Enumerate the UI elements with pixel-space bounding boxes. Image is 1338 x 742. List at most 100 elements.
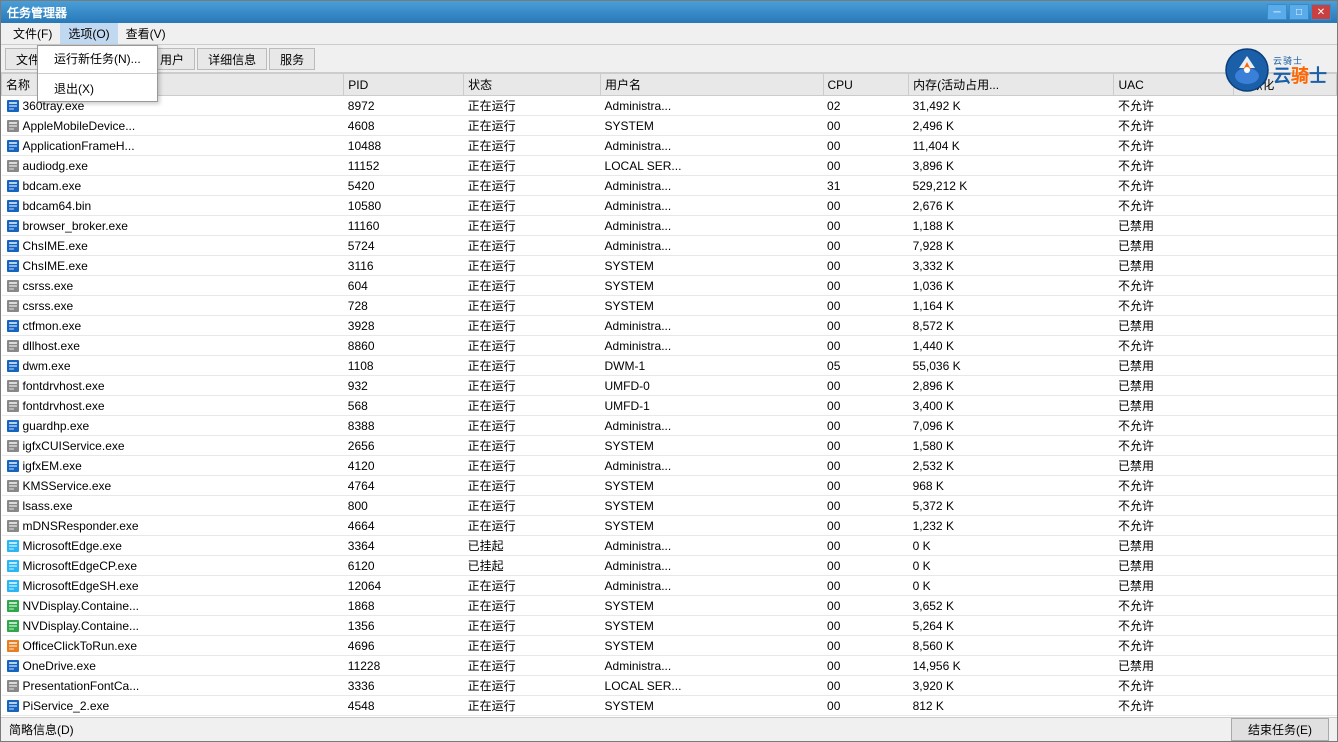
cell-mem: 31,492 K [909,96,1114,116]
cell-status: 正在运行 [464,196,601,216]
cell-status: 正在运行 [464,436,601,456]
table-row[interactable]: guardhp.exe 8388 正在运行 Administra... 00 7… [2,416,1337,436]
process-icon [6,199,20,213]
cell-name: MicrosoftEdgeSH.exe [2,576,344,596]
table-row[interactable]: ctfmon.exe 3928 正在运行 Administra... 00 8,… [2,316,1337,336]
process-name: igfxCUIService.exe [23,439,125,453]
col-header-user[interactable]: 用户名 [601,74,824,96]
table-row[interactable]: lsass.exe 800 正在运行 SYSTEM 00 5,372 K 不允许 [2,496,1337,516]
cell-cpu: 31 [823,176,909,196]
col-header-mem[interactable]: 内存(活动占用... [909,74,1114,96]
cell-cpu: 00 [823,456,909,476]
cell-mem: 812 K [909,696,1114,716]
cell-uac: 已禁用 [1114,536,1234,556]
table-row[interactable]: 360tray.exe 8972 正在运行 Administra... 02 3… [2,96,1337,116]
cell-uac: 不允许 [1114,516,1234,536]
cell-cpu: 00 [823,536,909,556]
cell-name: bdcam.exe [2,176,344,196]
table-row[interactable]: csrss.exe 728 正在运行 SYSTEM 00 1,164 K 不允许 [2,296,1337,316]
col-header-pid[interactable]: PID [344,74,464,96]
table-row[interactable]: igfxCUIService.exe 2656 正在运行 SYSTEM 00 1… [2,436,1337,456]
close-button[interactable]: ✕ [1311,4,1331,20]
dropdown-separator [38,73,157,74]
table-row[interactable]: AppleMobileDevice... 4608 正在运行 SYSTEM 00… [2,116,1337,136]
table-row[interactable]: KMSService.exe 4764 正在运行 SYSTEM 00 968 K… [2,476,1337,496]
cell-uac: 不允许 [1114,176,1234,196]
table-container[interactable]: 名称 PID 状态 用户名 CPU 内存(活动占用... UAC 虚拟化 [1,73,1337,717]
process-icon [6,459,20,473]
col-header-status[interactable]: 状态 [464,74,601,96]
process-name: PiService_2.exe [23,699,110,713]
process-icon [6,499,20,513]
cell-status: 正在运行 [464,416,601,436]
cell-virt [1234,576,1337,596]
cell-mem: 5,264 K [909,616,1114,636]
table-row[interactable]: fontdrvhost.exe 932 正在运行 UMFD-0 00 2,896… [2,376,1337,396]
table-row[interactable]: dllhost.exe 8860 正在运行 Administra... 00 1… [2,336,1337,356]
logo-area: 云骑士 云骑士 [1225,45,1327,95]
cell-virt [1234,616,1337,636]
cell-mem: 11,404 K [909,136,1114,156]
cell-pid: 568 [344,396,464,416]
table-row[interactable]: PiService_2.exe 4548 正在运行 SYSTEM 00 812 … [2,696,1337,716]
table-row[interactable]: ChsIME.exe 5724 正在运行 Administra... 00 7,… [2,236,1337,256]
cell-pid: 932 [344,376,464,396]
table-row[interactable]: igfxEM.exe 4120 正在运行 Administra... 00 2,… [2,456,1337,476]
table-row[interactable]: bdcam64.bin 10580 正在运行 Administra... 00 … [2,196,1337,216]
cell-mem: 3,400 K [909,396,1114,416]
cell-user: UMFD-1 [601,396,824,416]
table-row[interactable]: ApplicationFrameH... 10488 正在运行 Administ… [2,136,1337,156]
process-name: audiodg.exe [23,159,88,173]
cell-uac: 不允许 [1114,156,1234,176]
table-row[interactable]: audiodg.exe 11152 正在运行 LOCAL SER... 00 3… [2,156,1337,176]
process-icon [6,519,20,533]
table-row[interactable]: NVDisplay.Containe... 1356 正在运行 SYSTEM 0… [2,616,1337,636]
process-icon [6,279,20,293]
process-icon [6,139,20,153]
process-name: OneDrive.exe [23,659,96,673]
col-header-uac[interactable]: UAC [1114,74,1234,96]
toolbar-services[interactable]: 服务 [269,48,315,70]
cell-virt [1234,96,1337,116]
cell-name: KMSService.exe [2,476,344,496]
end-task-button[interactable]: 结束任务(E) [1231,718,1329,741]
cell-user: SYSTEM [601,476,824,496]
process-name: fontdrvhost.exe [23,379,105,393]
table-row[interactable]: MicrosoftEdgeSH.exe 12064 正在运行 Administr… [2,576,1337,596]
table-row[interactable]: MicrosoftEdgeCP.exe 6120 已挂起 Administra.… [2,556,1337,576]
process-name: fontdrvhost.exe [23,399,105,413]
table-row[interactable]: MicrosoftEdge.exe 3364 已挂起 Administra...… [2,536,1337,556]
cell-name: ApplicationFrameH... [2,136,344,156]
table-row[interactable]: PresentationFontCa... 3336 正在运行 LOCAL SE… [2,676,1337,696]
summary-label[interactable]: 简略信息(D) [9,721,74,738]
col-header-cpu[interactable]: CPU [823,74,909,96]
table-row[interactable]: mDNSResponder.exe 4664 正在运行 SYSTEM 00 1,… [2,516,1337,536]
cell-user: UMFD-0 [601,376,824,396]
cell-pid: 5724 [344,236,464,256]
maximize-button[interactable]: □ [1289,4,1309,20]
minimize-button[interactable]: ─ [1267,4,1287,20]
toolbar-details[interactable]: 详细信息 [197,48,267,70]
cell-name: ChsIME.exe [2,256,344,276]
table-row[interactable]: NVDisplay.Containe... 1868 正在运行 SYSTEM 0… [2,596,1337,616]
cell-user: SYSTEM [601,436,824,456]
table-row[interactable]: csrss.exe 604 正在运行 SYSTEM 00 1,036 K 不允许 [2,276,1337,296]
table-row[interactable]: OfficeClickToRun.exe 4696 正在运行 SYSTEM 00… [2,636,1337,656]
title-controls: ─ □ ✕ [1267,4,1331,20]
cell-user: SYSTEM [601,276,824,296]
table-row[interactable]: fontdrvhost.exe 568 正在运行 UMFD-1 00 3,400… [2,396,1337,416]
table-row[interactable]: ChsIME.exe 3116 正在运行 SYSTEM 00 3,332 K 已… [2,256,1337,276]
menu-options[interactable]: 选项(O) 运行新任务(N)... 退出(X) [60,23,117,44]
table-row[interactable]: bdcam.exe 5420 正在运行 Administra... 31 529… [2,176,1337,196]
table-row[interactable]: browser_broker.exe 11160 正在运行 Administra… [2,216,1337,236]
table-row[interactable]: dwm.exe 1108 正在运行 DWM-1 05 55,036 K 已禁用 [2,356,1337,376]
process-icon [6,539,20,553]
cell-status: 已挂起 [464,536,601,556]
menu-view[interactable]: 查看(V) [118,23,174,44]
table-row[interactable]: OneDrive.exe 11228 正在运行 Administra... 00… [2,656,1337,676]
cell-virt [1234,236,1337,256]
menu-file[interactable]: 文件(F) [5,23,60,44]
dropdown-exit[interactable]: 退出(X) [38,76,157,101]
cell-uac: 已禁用 [1114,396,1234,416]
dropdown-run-new-task[interactable]: 运行新任务(N)... [38,46,157,71]
